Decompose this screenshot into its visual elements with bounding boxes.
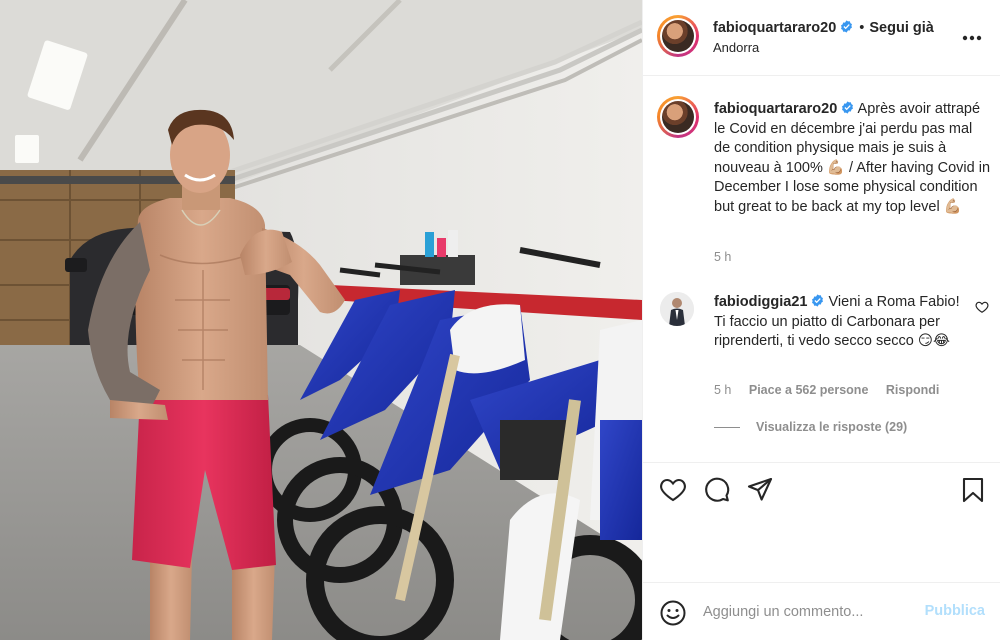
publish-button[interactable]: Pubblica: [925, 603, 985, 619]
view-replies-label: Visualizza le risposte (29): [756, 420, 908, 434]
comment-body: fabiodiggia21 Vieni a Roma Fabio! Ti fac…: [714, 293, 969, 352]
save-button[interactable]: [959, 476, 987, 504]
author-avatar[interactable]: [657, 15, 699, 57]
post-image[interactable]: [0, 0, 642, 640]
caption-timestamp[interactable]: 5 h: [714, 250, 731, 264]
caption-username[interactable]: fabioquartararo20: [714, 101, 837, 117]
header-user-line: fabioquartararo20 • Segui già: [713, 20, 934, 36]
separator-dot: •: [859, 20, 865, 36]
verified-badge-icon: [841, 20, 853, 33]
view-replies-button[interactable]: Visualizza le risposte (29): [714, 420, 907, 434]
comment-button[interactable]: [703, 476, 731, 504]
bookmark-icon: [962, 477, 984, 503]
share-button[interactable]: [746, 476, 774, 504]
add-comment-bar: Pubblica: [643, 582, 1000, 640]
heart-icon: [660, 478, 686, 502]
comment-like-heart-icon[interactable]: [975, 300, 989, 314]
caption-avatar[interactable]: [657, 96, 699, 138]
post-sidebar: fabioquartararo20 • Segui già Andorra fabi…: [642, 0, 1000, 640]
share-icon: [747, 477, 773, 501]
follow-button[interactable]: Segui già: [869, 20, 933, 36]
comment-icon: [705, 477, 730, 502]
replies-divider-line: [714, 427, 740, 429]
caption-body: fabioquartararo20 Après avoir attrapé le…: [714, 100, 992, 217]
like-button[interactable]: [659, 476, 687, 504]
comment-likes-count[interactable]: Piace a 562 persone: [749, 383, 869, 397]
verified-badge-icon: [812, 294, 824, 307]
commenter-username[interactable]: fabiodiggia21: [714, 294, 807, 310]
post-header: fabioquartararo20 • Segui già Andorra: [643, 0, 1000, 76]
comment-timestamp[interactable]: 5 h: [714, 383, 731, 397]
action-bar: [643, 462, 1000, 582]
emoji-icon[interactable]: [659, 599, 687, 627]
garage-photo: [0, 0, 642, 640]
verified-badge-icon: [842, 101, 854, 114]
comment-meta: 5 h Piace a 562 persone Rispondi: [714, 383, 953, 397]
commenter-avatar[interactable]: [660, 292, 694, 326]
author-username[interactable]: fabioquartararo20: [713, 20, 836, 36]
post-location[interactable]: Andorra: [713, 40, 759, 55]
caption-text: Après avoir attrapé le Covid en décembre…: [714, 101, 991, 215]
reply-button[interactable]: Rispondi: [886, 383, 939, 397]
more-horizontal-icon[interactable]: [961, 28, 983, 48]
comment-input[interactable]: [703, 601, 913, 623]
